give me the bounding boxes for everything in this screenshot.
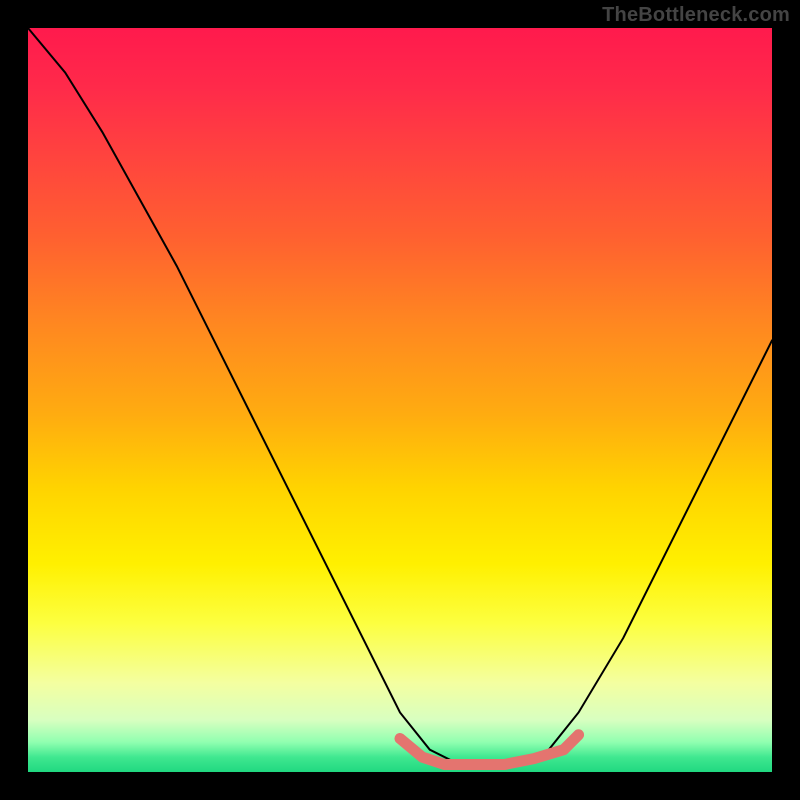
optimal-zone-marker xyxy=(400,735,579,765)
plot-area xyxy=(28,28,772,772)
curve-svg xyxy=(28,28,772,772)
bottleneck-curve xyxy=(28,28,772,765)
chart-container: TheBottleneck.com xyxy=(0,0,800,800)
watermark-text: TheBottleneck.com xyxy=(602,4,790,27)
